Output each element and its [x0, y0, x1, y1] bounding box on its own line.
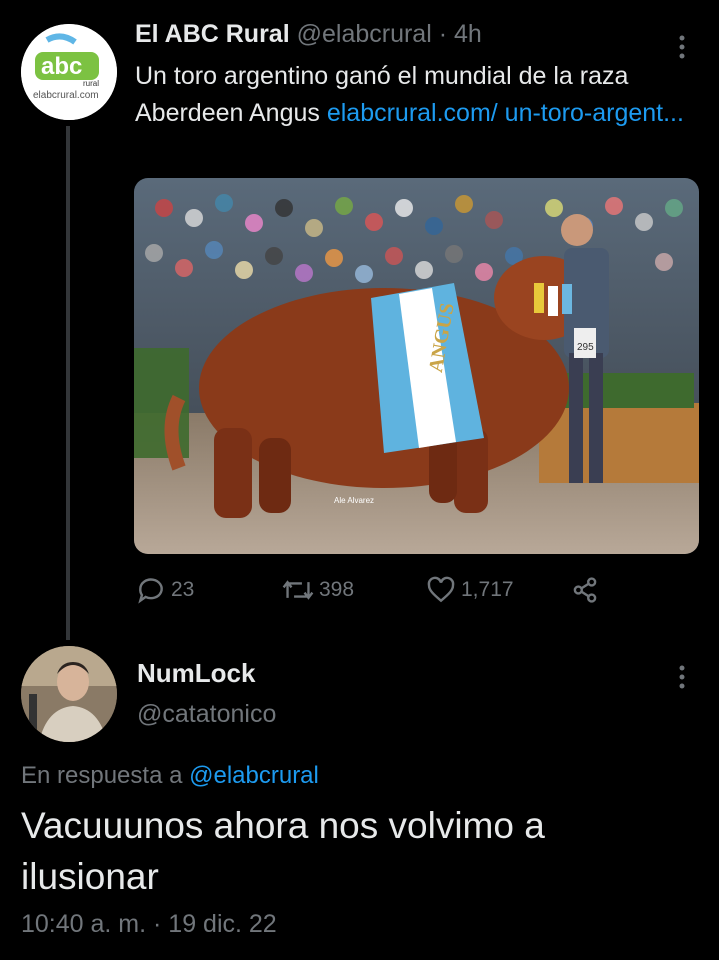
- share-button[interactable]: [569, 570, 605, 610]
- reply-author-name[interactable]: NumLock: [137, 658, 255, 689]
- more-icon[interactable]: [676, 34, 688, 60]
- retweet-button[interactable]: 398: [281, 570, 354, 610]
- reply-more-icon[interactable]: [676, 664, 688, 690]
- reply-to-handle[interactable]: @elabcrural: [189, 762, 319, 789]
- reply-avatar[interactable]: [21, 646, 117, 742]
- thread-line: [66, 126, 70, 640]
- bull-photo: ANGUS 295 Ale Alvarez: [134, 178, 699, 554]
- photo-credit: Ale Alvarez: [334, 496, 374, 505]
- tweet-text: Un toro argentino ganó el mundial de la …: [135, 58, 695, 132]
- tweet-age[interactable]: · 4h: [439, 20, 482, 48]
- reply-button[interactable]: 23: [135, 570, 194, 610]
- tweet-link[interactable]: elabcrural.com/ un-toro-argent...: [327, 99, 684, 127]
- author-handle[interactable]: @elabcrural: [297, 20, 432, 48]
- abc-rural-logo: abc rural elabcrural.com: [21, 24, 117, 120]
- retweet-icon: [282, 580, 314, 600]
- like-count: 1,717: [461, 578, 514, 601]
- tweet-photo[interactable]: ANGUS 295 Ale Alvarez: [134, 178, 699, 554]
- reply-timestamp[interactable]: 10:40 a. m. · 19 dic. 22: [21, 910, 277, 939]
- logo-domain: elabcrural.com: [33, 90, 99, 101]
- like-icon: [427, 576, 455, 603]
- reply-avatar-photo: [21, 646, 117, 742]
- author-avatar[interactable]: abc rural elabcrural.com: [21, 24, 117, 120]
- author-name[interactable]: El ABC Rural: [135, 20, 290, 48]
- reply-icon: [138, 578, 163, 604]
- tweet-header: El ABC Rural @elabcrural · 4h: [135, 20, 482, 49]
- like-button[interactable]: 1,717: [425, 570, 514, 610]
- logo-text: abc: [41, 53, 82, 80]
- logo-sub: rural: [83, 79, 99, 88]
- reply-count: 23: [171, 578, 195, 601]
- handler-tag: 295: [577, 342, 594, 353]
- reply-text: Vacuuunos ahora nos volvimo a ilusionar: [21, 805, 545, 897]
- reply-author-handle[interactable]: @catatonico: [137, 700, 276, 729]
- retweet-count: 398: [319, 578, 355, 601]
- share-icon: [573, 577, 597, 603]
- reply-context: En respuesta a @elabcrural: [21, 762, 319, 790]
- reply-prefix: En respuesta a: [21, 762, 190, 789]
